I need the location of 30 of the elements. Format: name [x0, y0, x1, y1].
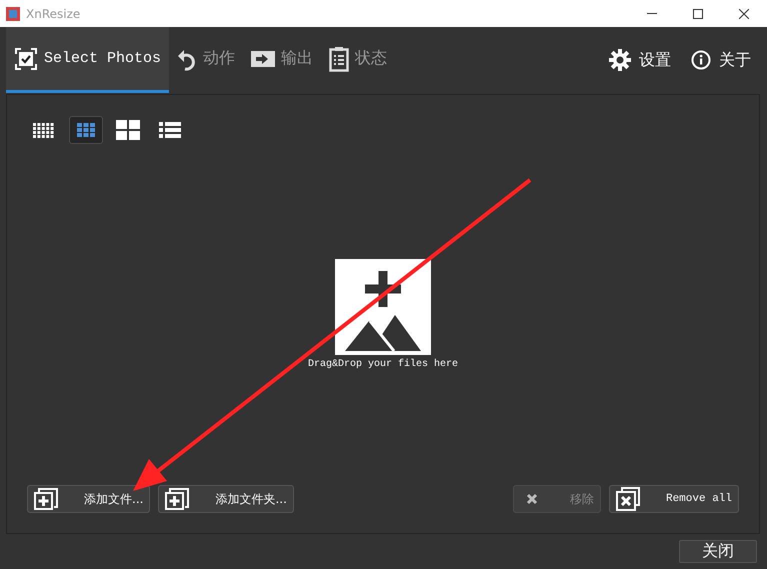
tab[interactable]: Select Photos: [6, 27, 170, 93]
add-file-icon: [34, 488, 58, 510]
add-folder-button[interactable]: 添加文件夹...: [158, 485, 294, 513]
close-button[interactable]: 关闭: [679, 540, 757, 563]
list-view-icon: [159, 122, 181, 138]
info-icon: [691, 50, 711, 70]
close-icon: [526, 493, 538, 505]
tab[interactable]: 状态: [321, 27, 396, 93]
minimize-icon: [647, 13, 657, 14]
tab[interactable]: 输出: [243, 27, 322, 93]
remove-all-button[interactable]: Remove all: [608, 485, 739, 513]
close-icon: [739, 8, 749, 18]
remove-all-icon: [616, 487, 640, 511]
window-title: XnResize: [26, 6, 82, 20]
drop-hint: Drag&Drop your files here: [308, 359, 458, 370]
about-button[interactable]: 关于: [681, 27, 761, 93]
medium-grid-icon: [77, 123, 95, 137]
large-grid-icon: [116, 120, 140, 140]
settings-icon: [609, 49, 631, 71]
small-grid-icon: [33, 122, 55, 138]
settings-button[interactable]: 设置: [599, 27, 681, 93]
tab[interactable]: 动作: [169, 27, 244, 93]
maximize-icon: [693, 8, 703, 18]
export-icon: [251, 48, 276, 68]
app-icon: [6, 6, 20, 20]
checkbox-icon: [14, 46, 38, 70]
add-image-icon: [335, 259, 431, 355]
add-files-button[interactable]: 添加文件...: [27, 485, 150, 513]
clipboard-icon: [329, 46, 350, 72]
add-folder-icon: [165, 488, 190, 510]
